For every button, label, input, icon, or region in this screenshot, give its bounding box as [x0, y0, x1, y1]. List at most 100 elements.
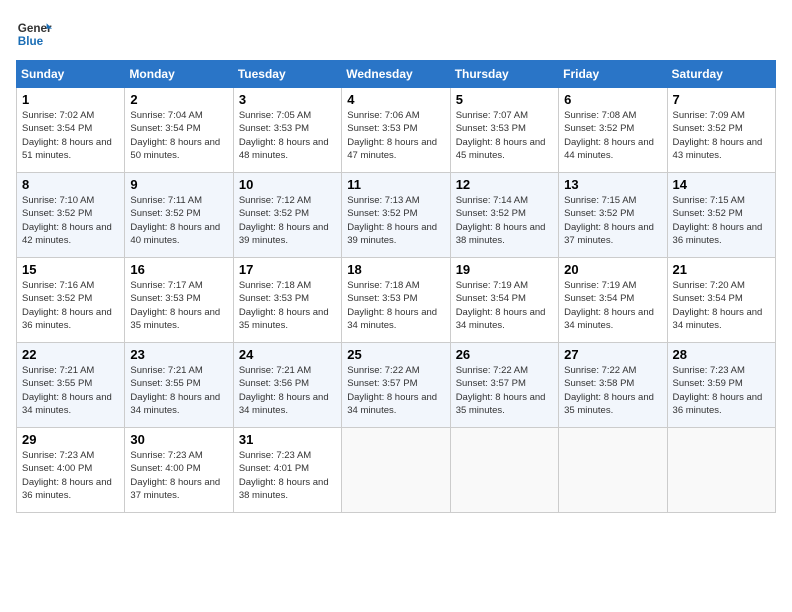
header-day-friday: Friday	[559, 61, 667, 88]
day-number: 6	[564, 92, 661, 107]
calendar-cell: 28 Sunrise: 7:23 AMSunset: 3:59 PMDaylig…	[667, 343, 775, 428]
header-day-monday: Monday	[125, 61, 233, 88]
cell-info: Sunrise: 7:15 AMSunset: 3:52 PMDaylight:…	[564, 194, 661, 247]
calendar-cell: 3 Sunrise: 7:05 AMSunset: 3:53 PMDayligh…	[233, 88, 341, 173]
cell-info: Sunrise: 7:22 AMSunset: 3:57 PMDaylight:…	[347, 364, 444, 417]
header-day-wednesday: Wednesday	[342, 61, 450, 88]
calendar-cell: 25 Sunrise: 7:22 AMSunset: 3:57 PMDaylig…	[342, 343, 450, 428]
header-day-tuesday: Tuesday	[233, 61, 341, 88]
calendar-cell	[342, 428, 450, 513]
calendar-cell: 4 Sunrise: 7:06 AMSunset: 3:53 PMDayligh…	[342, 88, 450, 173]
calendar-cell: 11 Sunrise: 7:13 AMSunset: 3:52 PMDaylig…	[342, 173, 450, 258]
cell-info: Sunrise: 7:08 AMSunset: 3:52 PMDaylight:…	[564, 109, 661, 162]
calendar-cell: 16 Sunrise: 7:17 AMSunset: 3:53 PMDaylig…	[125, 258, 233, 343]
calendar-cell: 17 Sunrise: 7:18 AMSunset: 3:53 PMDaylig…	[233, 258, 341, 343]
calendar-body: 1 Sunrise: 7:02 AMSunset: 3:54 PMDayligh…	[17, 88, 776, 513]
day-number: 31	[239, 432, 336, 447]
cell-info: Sunrise: 7:11 AMSunset: 3:52 PMDaylight:…	[130, 194, 227, 247]
cell-info: Sunrise: 7:19 AMSunset: 3:54 PMDaylight:…	[564, 279, 661, 332]
cell-info: Sunrise: 7:07 AMSunset: 3:53 PMDaylight:…	[456, 109, 553, 162]
calendar-table: SundayMondayTuesdayWednesdayThursdayFrid…	[16, 60, 776, 513]
day-number: 15	[22, 262, 119, 277]
week-row-2: 8 Sunrise: 7:10 AMSunset: 3:52 PMDayligh…	[17, 173, 776, 258]
cell-info: Sunrise: 7:22 AMSunset: 3:58 PMDaylight:…	[564, 364, 661, 417]
week-row-5: 29 Sunrise: 7:23 AMSunset: 4:00 PMDaylig…	[17, 428, 776, 513]
calendar-cell: 22 Sunrise: 7:21 AMSunset: 3:55 PMDaylig…	[17, 343, 125, 428]
day-number: 27	[564, 347, 661, 362]
day-number: 11	[347, 177, 444, 192]
day-number: 10	[239, 177, 336, 192]
calendar-cell: 18 Sunrise: 7:18 AMSunset: 3:53 PMDaylig…	[342, 258, 450, 343]
cell-info: Sunrise: 7:23 AMSunset: 4:00 PMDaylight:…	[130, 449, 227, 502]
day-number: 2	[130, 92, 227, 107]
calendar-cell: 24 Sunrise: 7:21 AMSunset: 3:56 PMDaylig…	[233, 343, 341, 428]
calendar-cell: 1 Sunrise: 7:02 AMSunset: 3:54 PMDayligh…	[17, 88, 125, 173]
day-number: 7	[673, 92, 770, 107]
svg-text:Blue: Blue	[18, 35, 44, 48]
cell-info: Sunrise: 7:18 AMSunset: 3:53 PMDaylight:…	[239, 279, 336, 332]
cell-info: Sunrise: 7:14 AMSunset: 3:52 PMDaylight:…	[456, 194, 553, 247]
cell-info: Sunrise: 7:10 AMSunset: 3:52 PMDaylight:…	[22, 194, 119, 247]
calendar-cell: 5 Sunrise: 7:07 AMSunset: 3:53 PMDayligh…	[450, 88, 558, 173]
day-number: 24	[239, 347, 336, 362]
cell-info: Sunrise: 7:22 AMSunset: 3:57 PMDaylight:…	[456, 364, 553, 417]
calendar-cell: 31 Sunrise: 7:23 AMSunset: 4:01 PMDaylig…	[233, 428, 341, 513]
cell-info: Sunrise: 7:21 AMSunset: 3:56 PMDaylight:…	[239, 364, 336, 417]
header-day-saturday: Saturday	[667, 61, 775, 88]
cell-info: Sunrise: 7:23 AMSunset: 4:00 PMDaylight:…	[22, 449, 119, 502]
day-number: 25	[347, 347, 444, 362]
day-number: 5	[456, 92, 553, 107]
day-number: 19	[456, 262, 553, 277]
calendar-cell: 10 Sunrise: 7:12 AMSunset: 3:52 PMDaylig…	[233, 173, 341, 258]
page-header: General Blue	[16, 16, 776, 52]
calendar-header: SundayMondayTuesdayWednesdayThursdayFrid…	[17, 61, 776, 88]
day-number: 16	[130, 262, 227, 277]
week-row-3: 15 Sunrise: 7:16 AMSunset: 3:52 PMDaylig…	[17, 258, 776, 343]
cell-info: Sunrise: 7:05 AMSunset: 3:53 PMDaylight:…	[239, 109, 336, 162]
cell-info: Sunrise: 7:04 AMSunset: 3:54 PMDaylight:…	[130, 109, 227, 162]
calendar-cell: 6 Sunrise: 7:08 AMSunset: 3:52 PMDayligh…	[559, 88, 667, 173]
day-number: 26	[456, 347, 553, 362]
day-number: 23	[130, 347, 227, 362]
calendar-cell: 19 Sunrise: 7:19 AMSunset: 3:54 PMDaylig…	[450, 258, 558, 343]
calendar-cell	[667, 428, 775, 513]
calendar-cell	[559, 428, 667, 513]
week-row-4: 22 Sunrise: 7:21 AMSunset: 3:55 PMDaylig…	[17, 343, 776, 428]
day-number: 20	[564, 262, 661, 277]
day-number: 30	[130, 432, 227, 447]
day-number: 14	[673, 177, 770, 192]
cell-info: Sunrise: 7:17 AMSunset: 3:53 PMDaylight:…	[130, 279, 227, 332]
logo-icon: General Blue	[16, 16, 52, 52]
cell-info: Sunrise: 7:02 AMSunset: 3:54 PMDaylight:…	[22, 109, 119, 162]
day-number: 8	[22, 177, 119, 192]
calendar-cell: 26 Sunrise: 7:22 AMSunset: 3:57 PMDaylig…	[450, 343, 558, 428]
calendar-cell: 30 Sunrise: 7:23 AMSunset: 4:00 PMDaylig…	[125, 428, 233, 513]
day-number: 1	[22, 92, 119, 107]
cell-info: Sunrise: 7:09 AMSunset: 3:52 PMDaylight:…	[673, 109, 770, 162]
calendar-cell: 12 Sunrise: 7:14 AMSunset: 3:52 PMDaylig…	[450, 173, 558, 258]
calendar-cell: 21 Sunrise: 7:20 AMSunset: 3:54 PMDaylig…	[667, 258, 775, 343]
calendar-cell: 8 Sunrise: 7:10 AMSunset: 3:52 PMDayligh…	[17, 173, 125, 258]
day-number: 9	[130, 177, 227, 192]
cell-info: Sunrise: 7:21 AMSunset: 3:55 PMDaylight:…	[22, 364, 119, 417]
header-row: SundayMondayTuesdayWednesdayThursdayFrid…	[17, 61, 776, 88]
cell-info: Sunrise: 7:18 AMSunset: 3:53 PMDaylight:…	[347, 279, 444, 332]
cell-info: Sunrise: 7:13 AMSunset: 3:52 PMDaylight:…	[347, 194, 444, 247]
calendar-cell: 2 Sunrise: 7:04 AMSunset: 3:54 PMDayligh…	[125, 88, 233, 173]
cell-info: Sunrise: 7:06 AMSunset: 3:53 PMDaylight:…	[347, 109, 444, 162]
calendar-cell: 14 Sunrise: 7:15 AMSunset: 3:52 PMDaylig…	[667, 173, 775, 258]
calendar-cell	[450, 428, 558, 513]
day-number: 22	[22, 347, 119, 362]
cell-info: Sunrise: 7:20 AMSunset: 3:54 PMDaylight:…	[673, 279, 770, 332]
day-number: 28	[673, 347, 770, 362]
cell-info: Sunrise: 7:15 AMSunset: 3:52 PMDaylight:…	[673, 194, 770, 247]
header-day-thursday: Thursday	[450, 61, 558, 88]
calendar-cell: 7 Sunrise: 7:09 AMSunset: 3:52 PMDayligh…	[667, 88, 775, 173]
header-day-sunday: Sunday	[17, 61, 125, 88]
day-number: 29	[22, 432, 119, 447]
cell-info: Sunrise: 7:12 AMSunset: 3:52 PMDaylight:…	[239, 194, 336, 247]
calendar-cell: 13 Sunrise: 7:15 AMSunset: 3:52 PMDaylig…	[559, 173, 667, 258]
cell-info: Sunrise: 7:16 AMSunset: 3:52 PMDaylight:…	[22, 279, 119, 332]
calendar-cell: 15 Sunrise: 7:16 AMSunset: 3:52 PMDaylig…	[17, 258, 125, 343]
calendar-cell: 29 Sunrise: 7:23 AMSunset: 4:00 PMDaylig…	[17, 428, 125, 513]
